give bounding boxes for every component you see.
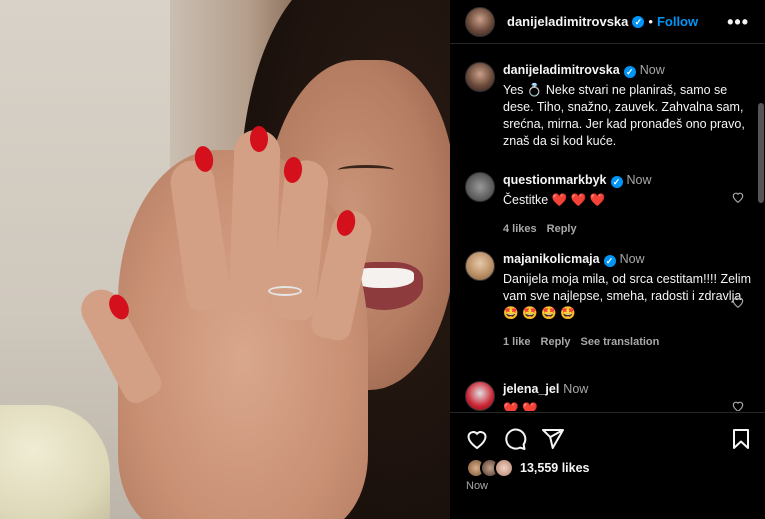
likes-summary[interactable]: 13,559 likes bbox=[466, 458, 590, 478]
comment-item: questionmarkbyk ✓ Now Čestitke ❤️ ❤️ ❤️ 4 … bbox=[465, 172, 755, 238]
like-comment-icon[interactable] bbox=[731, 190, 745, 204]
comment-time: Now bbox=[626, 173, 652, 187]
separator-dot: • bbox=[648, 14, 653, 29]
ring bbox=[268, 286, 302, 296]
like-comment-icon[interactable] bbox=[731, 399, 745, 411]
verified-icon: ✓ bbox=[603, 255, 616, 267]
commenter-avatar[interactable] bbox=[465, 381, 495, 411]
comment-item: majanikolicmaja ✓ Now Danijela moja mila, … bbox=[465, 251, 755, 351]
comment-username[interactable]: questionmarkbyk bbox=[503, 173, 607, 187]
caption-username[interactable]: danijeladimitrovska bbox=[503, 63, 620, 77]
comment-icon[interactable] bbox=[503, 427, 527, 451]
verified-icon: ✓ bbox=[623, 66, 636, 78]
author-username[interactable]: danijeladimitrovska bbox=[507, 14, 628, 29]
likes-count[interactable]: 13,559 likes bbox=[520, 461, 590, 475]
comment-likes[interactable]: 1 like bbox=[503, 336, 531, 348]
scrollbar[interactable] bbox=[758, 103, 764, 203]
comment-text: Danijela moja mila, od srca cestitam!!!!… bbox=[503, 272, 751, 320]
commenter-avatar[interactable] bbox=[465, 172, 495, 202]
see-translation-link[interactable]: See translation bbox=[581, 336, 660, 348]
comment-time: Now bbox=[619, 252, 645, 266]
follow-button[interactable]: Follow bbox=[657, 14, 698, 29]
like-comment-icon[interactable] bbox=[731, 295, 745, 309]
post-header: danijeladimitrovska ✓ • Follow ••• bbox=[450, 0, 765, 44]
post-actions: 13,559 likes Now bbox=[450, 412, 765, 519]
author-avatar[interactable] bbox=[465, 6, 495, 37]
post-image[interactable] bbox=[0, 0, 450, 519]
share-icon[interactable] bbox=[541, 427, 565, 451]
comment-username[interactable]: jelena_jel bbox=[503, 382, 559, 396]
verified-icon: ✓ bbox=[610, 176, 623, 188]
comment-time: Now bbox=[563, 382, 589, 396]
more-options-icon[interactable]: ••• bbox=[727, 12, 749, 33]
reply-button[interactable]: Reply bbox=[547, 223, 577, 235]
like-icon[interactable] bbox=[465, 427, 489, 451]
verified-icon: ✓ bbox=[632, 15, 645, 28]
commenter-avatar[interactable] bbox=[465, 251, 495, 281]
caption-time: Now bbox=[639, 63, 665, 77]
author-avatar[interactable] bbox=[465, 62, 495, 92]
comment-text: ❤️ ❤️ bbox=[503, 402, 538, 411]
comment-username[interactable]: majanikolicmaja bbox=[503, 252, 600, 266]
post-time: Now bbox=[466, 480, 489, 492]
comment-item: jelena_jel Now ❤️ ❤️ bbox=[465, 381, 755, 411]
caption: danijeladimitrovska ✓ Now Yes 💍 Neke stvar… bbox=[465, 62, 755, 150]
post-sidebar: danijeladimitrovska ✓ • Follow ••• danij… bbox=[450, 0, 765, 519]
comment-text: Čestitke ❤️ ❤️ ❤️ bbox=[503, 193, 606, 207]
comment-likes[interactable]: 4 likes bbox=[503, 223, 537, 235]
reply-button[interactable]: Reply bbox=[541, 336, 571, 348]
liker-avatar bbox=[494, 458, 514, 478]
save-icon[interactable] bbox=[729, 427, 753, 451]
caption-text: Yes 💍 Neke stvari ne planiraš, samo se d… bbox=[503, 83, 745, 148]
comments-list[interactable]: danijeladimitrovska ✓ Now Yes 💍 Neke stvar… bbox=[450, 45, 765, 411]
